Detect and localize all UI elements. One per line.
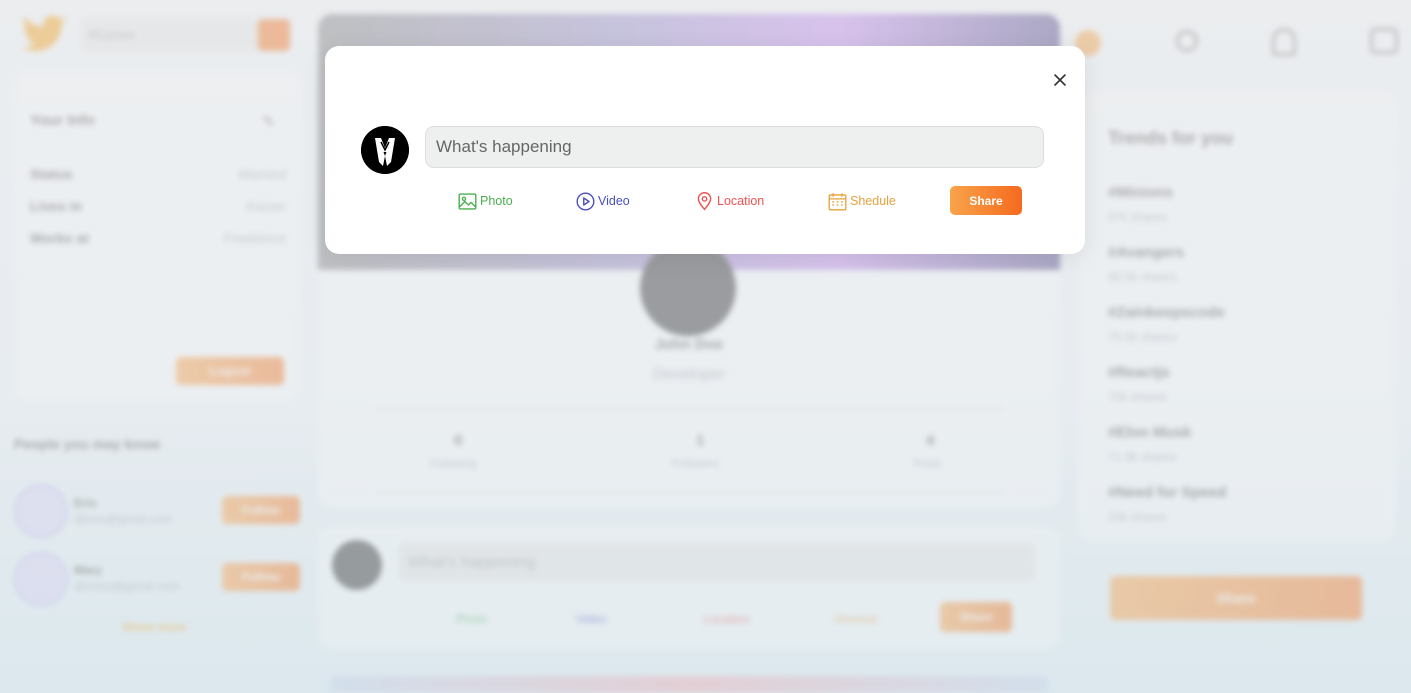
video-label: Video: [598, 194, 630, 208]
avatar-suit-icon: [361, 126, 409, 174]
close-icon[interactable]: [1052, 72, 1068, 88]
photo-option[interactable]: Photo: [457, 190, 513, 212]
play-circle-icon: [576, 191, 595, 211]
calendar-icon: [828, 192, 847, 210]
map-pin-icon: [697, 191, 712, 210]
share-modal: Photo Video Location Shedule Share: [325, 46, 1085, 254]
schedule-option[interactable]: Shedule: [827, 190, 896, 212]
user-avatar: [361, 126, 409, 174]
schedule-label: Shedule: [850, 194, 896, 208]
location-label: Location: [717, 194, 765, 208]
photo-label: Photo: [480, 194, 513, 208]
share-button[interactable]: Share: [950, 186, 1022, 215]
image-icon: [458, 192, 477, 210]
location-option[interactable]: Location: [694, 190, 764, 212]
video-option[interactable]: Video: [575, 190, 630, 212]
whats-happening-input[interactable]: [425, 126, 1044, 168]
